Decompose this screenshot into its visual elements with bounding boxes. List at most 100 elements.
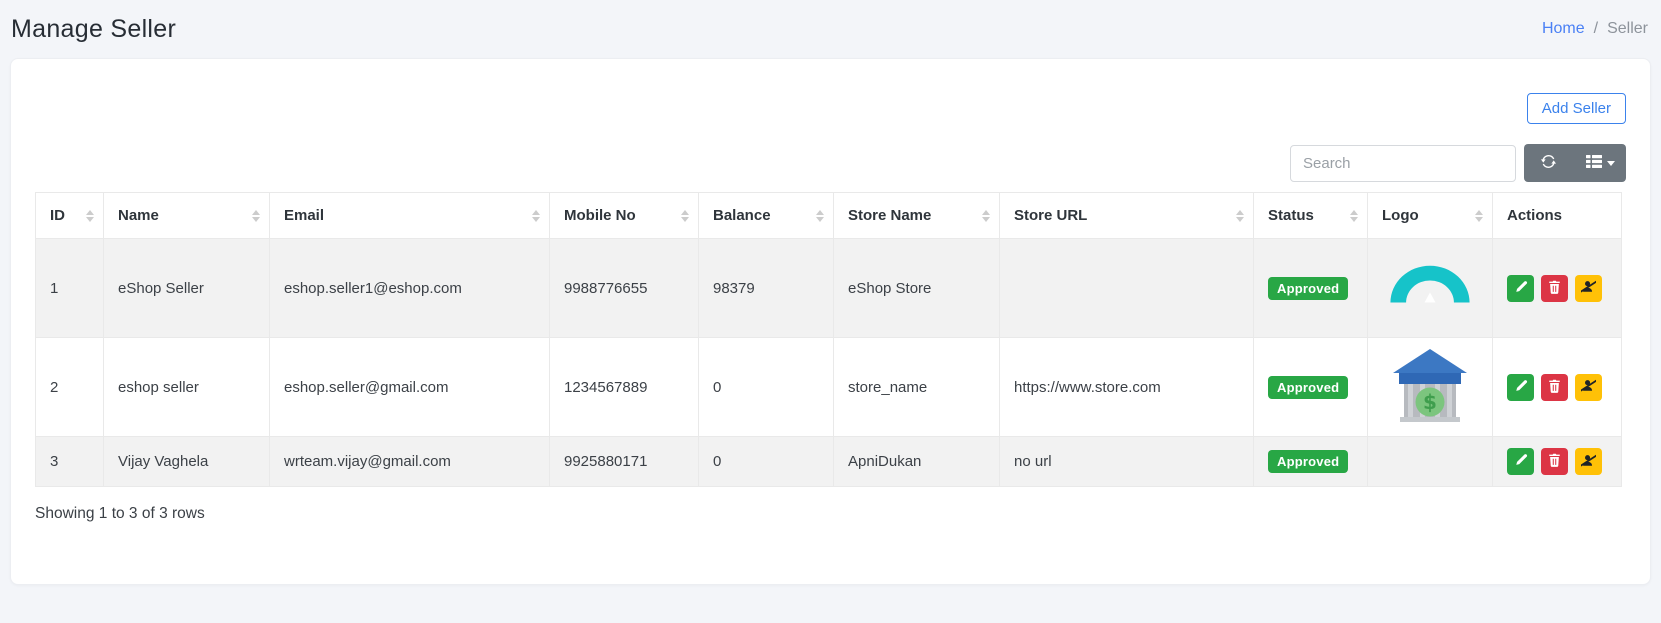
- table-header-row: ID Name Email Mobile No Balance Store Na…: [36, 193, 1622, 239]
- seller-logo-image: $: [1390, 411, 1470, 428]
- column-header-name[interactable]: Name: [104, 193, 270, 239]
- table-columns-icon: [1586, 154, 1602, 172]
- add-seller-button[interactable]: Add Seller: [1527, 93, 1626, 124]
- sellers-table: ID Name Email Mobile No Balance Store Na…: [35, 192, 1622, 487]
- cell-id: 2: [36, 338, 104, 437]
- sort-icon[interactable]: [1350, 210, 1358, 222]
- user-slash-icon: [1581, 378, 1596, 396]
- trash-icon: [1548, 280, 1561, 297]
- columns-dropdown-button[interactable]: [1574, 144, 1626, 182]
- trash-icon: [1548, 453, 1561, 470]
- column-header-label: Email: [284, 207, 324, 224]
- cell-balance: 98379: [699, 239, 834, 338]
- cell-actions: [1493, 239, 1622, 338]
- column-header-label: Balance: [713, 207, 771, 224]
- delete-seller-button[interactable]: [1541, 275, 1568, 302]
- block-seller-button[interactable]: [1575, 374, 1602, 401]
- sort-icon[interactable]: [816, 210, 824, 222]
- page-header: Manage Seller Home / Seller: [0, 0, 1661, 58]
- search-input[interactable]: [1290, 145, 1516, 182]
- delete-seller-button[interactable]: [1541, 448, 1568, 475]
- cell-name: eShop Seller: [104, 239, 270, 338]
- cell-store-url: https://www.store.com: [1000, 338, 1254, 437]
- edit-seller-button[interactable]: [1507, 374, 1534, 401]
- trash-icon: [1548, 379, 1561, 396]
- cell-id: 3: [36, 437, 104, 487]
- cell-email: eshop.seller@gmail.com: [270, 338, 550, 437]
- cell-status: Approved: [1254, 437, 1368, 487]
- caret-down-icon: [1607, 161, 1615, 166]
- edit-seller-button[interactable]: [1507, 275, 1534, 302]
- column-header-label: Store Name: [848, 207, 931, 224]
- column-header-logo[interactable]: Logo: [1368, 193, 1493, 239]
- cell-email: wrteam.vijay@gmail.com: [270, 437, 550, 487]
- sort-icon[interactable]: [532, 210, 540, 222]
- column-header-store_name[interactable]: Store Name: [834, 193, 1000, 239]
- breadcrumb-home-link[interactable]: Home: [1542, 20, 1585, 38]
- column-header-balance[interactable]: Balance: [699, 193, 834, 239]
- cell-store-url: [1000, 239, 1254, 338]
- column-header-id[interactable]: ID: [36, 193, 104, 239]
- pencil-icon: [1514, 280, 1528, 297]
- column-header-status[interactable]: Status: [1254, 193, 1368, 239]
- user-slash-icon: [1581, 279, 1596, 297]
- pencil-icon: [1514, 453, 1528, 470]
- user-slash-icon: [1581, 453, 1596, 471]
- seller-logo-image: [1384, 294, 1476, 311]
- page-title: Manage Seller: [11, 15, 176, 44]
- edit-seller-button[interactable]: [1507, 448, 1534, 475]
- status-badge: Approved: [1268, 450, 1348, 473]
- column-header-label: Mobile No: [564, 207, 636, 224]
- sort-icon[interactable]: [982, 210, 990, 222]
- cell-mobile: 9988776655: [550, 239, 699, 338]
- status-badge: Approved: [1268, 376, 1348, 399]
- refresh-button[interactable]: [1524, 144, 1574, 182]
- column-header-store_url[interactable]: Store URL: [1000, 193, 1254, 239]
- refresh-icon: [1540, 153, 1557, 173]
- block-seller-button[interactable]: [1575, 275, 1602, 302]
- cell-balance: 0: [699, 437, 834, 487]
- column-header-email[interactable]: Email: [270, 193, 550, 239]
- column-header-mobile[interactable]: Mobile No: [550, 193, 699, 239]
- sort-icon[interactable]: [86, 210, 94, 222]
- cell-status: Approved: [1254, 239, 1368, 338]
- column-header-label: Actions: [1507, 207, 1562, 224]
- table-row: 2 eshop seller eshop.seller@gmail.com 12…: [36, 338, 1622, 437]
- cell-store-name: ApniDukan: [834, 437, 1000, 487]
- breadcrumb-separator: /: [1594, 20, 1598, 38]
- cell-actions: [1493, 338, 1622, 437]
- cell-logo: $: [1368, 338, 1493, 437]
- cell-store-name: eShop Store: [834, 239, 1000, 338]
- sellers-card: Add Seller: [10, 58, 1651, 585]
- status-badge: Approved: [1268, 277, 1348, 300]
- column-header-label: Logo: [1382, 207, 1419, 224]
- cell-logo: [1368, 437, 1493, 487]
- cell-id: 1: [36, 239, 104, 338]
- breadcrumb-current: Seller: [1607, 20, 1648, 38]
- column-header-actions[interactable]: Actions: [1493, 193, 1622, 239]
- cell-store-url: no url: [1000, 437, 1254, 487]
- sort-icon[interactable]: [252, 210, 260, 222]
- column-header-label: Name: [118, 207, 159, 224]
- sort-icon[interactable]: [1475, 210, 1483, 222]
- block-seller-button[interactable]: [1575, 448, 1602, 475]
- cell-name: Vijay Vaghela: [104, 437, 270, 487]
- table-row: 1 eShop Seller eshop.seller1@eshop.com 9…: [36, 239, 1622, 338]
- sort-icon[interactable]: [1236, 210, 1244, 222]
- cell-status: Approved: [1254, 338, 1368, 437]
- column-header-label: Status: [1268, 207, 1314, 224]
- cell-mobile: 1234567889: [550, 338, 699, 437]
- delete-seller-button[interactable]: [1541, 374, 1568, 401]
- table-footer-summary: Showing 1 to 3 of 3 rows: [35, 505, 1626, 523]
- table-row: 3 Vijay Vaghela wrteam.vijay@gmail.com 9…: [36, 437, 1622, 487]
- cell-name: eshop seller: [104, 338, 270, 437]
- pencil-icon: [1514, 379, 1528, 396]
- table-toolbar-button-group: [1524, 144, 1626, 182]
- cell-actions: [1493, 437, 1622, 487]
- cell-mobile: 9925880171: [550, 437, 699, 487]
- sort-icon[interactable]: [681, 210, 689, 222]
- svg-text:$: $: [1423, 390, 1437, 414]
- cell-email: eshop.seller1@eshop.com: [270, 239, 550, 338]
- column-header-label: Store URL: [1014, 207, 1087, 224]
- breadcrumb: Home / Seller: [1542, 20, 1648, 38]
